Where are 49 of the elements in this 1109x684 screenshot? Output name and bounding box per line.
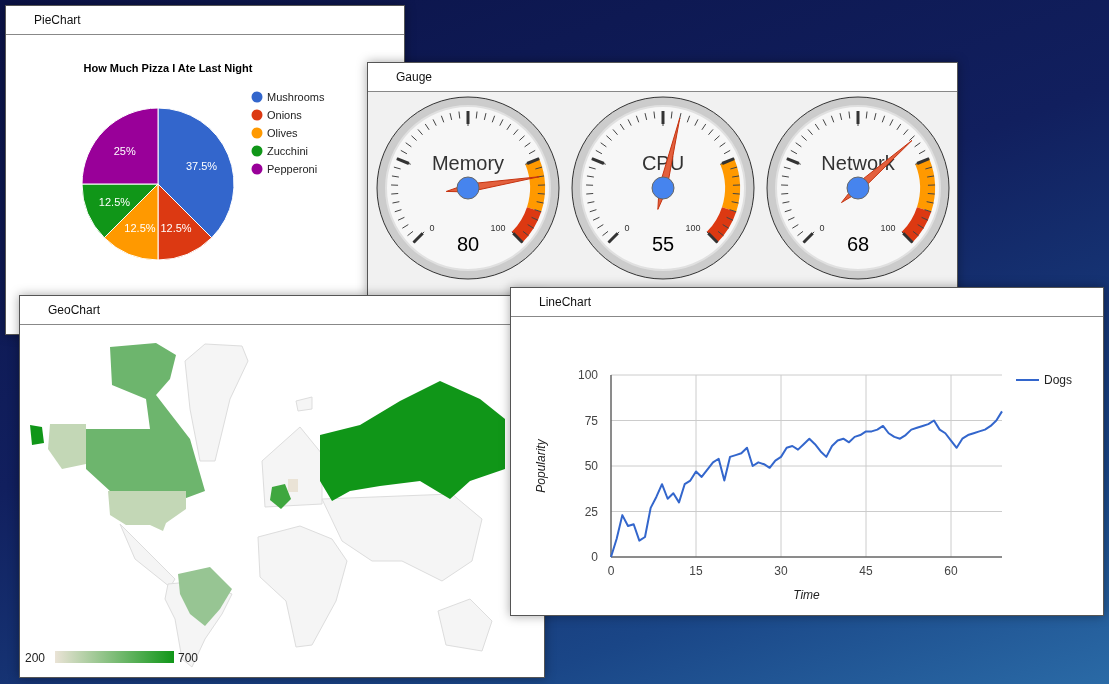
slice-label: 37.5%: [185, 159, 218, 172]
x-tick-label: 0: [607, 564, 615, 578]
y-tick-label: 0: [591, 550, 598, 564]
x-tick-label: 30: [774, 564, 788, 578]
y-tick-label: 25: [584, 504, 598, 519]
gauge-value: 68: [846, 233, 870, 255]
window-title: LineChart: [539, 295, 592, 309]
scale-max-label: 100: [490, 223, 506, 233]
scale-max-label: 100: [685, 223, 701, 233]
slice-label: 12.5%: [160, 221, 192, 234]
scale-min-label: 0: [819, 223, 825, 233]
scale-min-label: 0: [429, 223, 435, 233]
legend-label: Onions: [267, 109, 302, 121]
window-title: Gauge: [396, 70, 433, 84]
gauge-label: Memory: [431, 152, 505, 174]
gauge-value: 55: [651, 233, 675, 255]
warning-zone: [525, 158, 545, 212]
legend-label: Olives: [267, 127, 298, 139]
needle-hub: [651, 176, 675, 200]
danger-zone: [901, 207, 932, 243]
slice-label: 25%: [113, 144, 136, 157]
legend-label: Dogs: [1044, 373, 1072, 387]
slice-label: 12.5%: [98, 196, 131, 209]
x-tick-label: 45: [859, 564, 873, 578]
needle-hub: [456, 176, 480, 200]
y-axis-title: Popularity: [534, 439, 548, 493]
x-tick-label: 60: [944, 564, 958, 578]
y-tick-label: 75: [584, 413, 598, 428]
y-tick-label: 100: [577, 368, 598, 382]
scale-min-label: 200: [25, 651, 46, 665]
slice-label: 12.5%: [124, 221, 156, 234]
scale-min-label: 0: [624, 223, 630, 233]
window-title: GeoChart: [48, 303, 101, 317]
needle-hub: [846, 176, 870, 200]
x-tick-label: 15: [689, 564, 703, 578]
y-tick-label: 50: [584, 459, 598, 473]
danger-zone: [511, 207, 542, 243]
warning-zone: [720, 158, 740, 212]
legend-label: Pepperoni: [267, 163, 318, 175]
danger-zone: [706, 207, 737, 243]
x-axis-title: Time: [793, 588, 820, 602]
legend-label: Mushrooms: [267, 91, 325, 103]
scale-max-label: 700: [178, 651, 199, 665]
scale-max-label: 100: [880, 223, 896, 233]
chart-title: How Much Pizza I Ate Last Night: [83, 62, 253, 74]
legend-label: Zucchini: [267, 145, 308, 157]
gauge-value: 80: [456, 233, 480, 255]
window-title: PieChart: [34, 13, 81, 27]
warning-zone: [915, 158, 935, 212]
